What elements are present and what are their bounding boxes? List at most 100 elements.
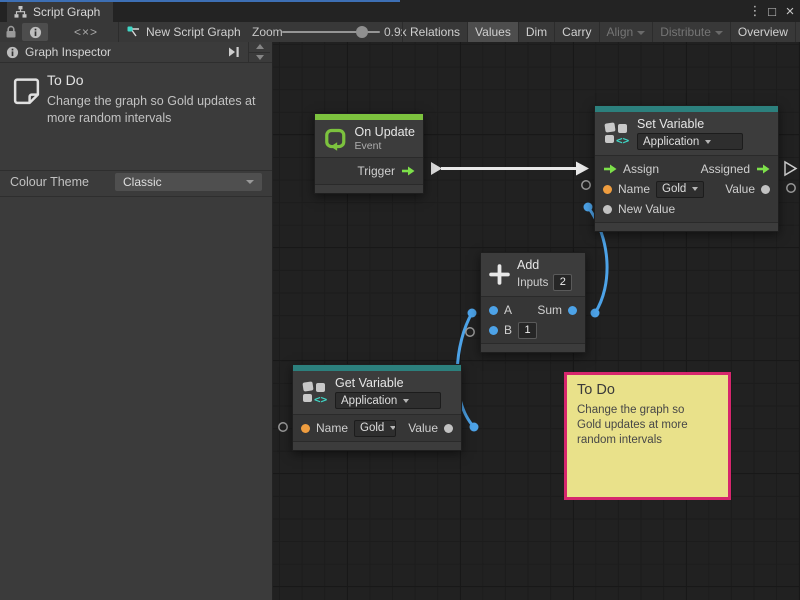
node-title: Set Variable bbox=[637, 117, 743, 131]
tab-title: Script Graph bbox=[33, 5, 100, 19]
new-value-port-icon[interactable] bbox=[603, 205, 612, 214]
dock-panel-icon[interactable] bbox=[229, 47, 240, 57]
flow-port-icon[interactable] bbox=[756, 164, 770, 174]
a-port-label: A bbox=[504, 303, 512, 317]
node-title: On Update bbox=[355, 125, 415, 139]
node-footer bbox=[293, 441, 461, 450]
on-update-icon bbox=[323, 126, 348, 152]
sticky-note[interactable]: To Do Change the graph so Gold updates a… bbox=[564, 372, 731, 500]
align-button[interactable]: Align bbox=[599, 22, 653, 42]
new-graph-label: New Script Graph bbox=[146, 25, 241, 39]
value-port-get-value[interactable] bbox=[470, 423, 479, 432]
node-title: Add bbox=[517, 258, 572, 272]
node-add[interactable]: Add Inputs 2 A Sum B 1 bbox=[480, 252, 586, 353]
node-get-variable[interactable]: <> Get Variable Application Name Gold Va… bbox=[292, 364, 462, 451]
variable-name-dropdown[interactable]: Gold bbox=[354, 420, 396, 437]
dim-button[interactable]: Dim bbox=[518, 22, 554, 42]
empty-port-add-b[interactable] bbox=[466, 328, 474, 336]
graph-inspector-panel: Graph Inspector To Do Change the graph s… bbox=[0, 42, 273, 600]
add-icon bbox=[489, 264, 510, 285]
scroll-down-icon[interactable] bbox=[249, 53, 270, 63]
value-port-label: Value bbox=[725, 182, 755, 196]
name-port-label: Name bbox=[618, 182, 650, 196]
graph-canvas[interactable]: On Update Event Trigger <> bbox=[273, 42, 800, 600]
empty-port-get-name[interactable] bbox=[279, 423, 287, 431]
maximize-icon[interactable]: □ bbox=[763, 0, 781, 22]
window-tab-bar: Script Graph ⋮ □ × bbox=[0, 0, 800, 22]
node-set-variable[interactable]: <> Set Variable Application Assign Assig… bbox=[594, 105, 779, 232]
flow-output-port[interactable] bbox=[431, 162, 442, 175]
empty-port-set-name[interactable] bbox=[582, 181, 590, 189]
values-button[interactable]: Values bbox=[467, 22, 518, 42]
toolbar-right-buttons: Relations Values Dim Carry Align Distrib… bbox=[402, 22, 800, 42]
value-port-icon[interactable] bbox=[761, 185, 770, 194]
b-port-icon[interactable] bbox=[489, 326, 498, 335]
script-graph-icon bbox=[14, 6, 27, 18]
b-port-label: B bbox=[504, 323, 512, 337]
sticky-note-icon bbox=[11, 76, 42, 107]
name-port-label: Name bbox=[316, 421, 348, 435]
b-value-field[interactable]: 1 bbox=[518, 322, 537, 339]
colour-theme-dropdown[interactable]: Classic bbox=[115, 173, 262, 191]
variable-scope-dropdown[interactable]: Application bbox=[637, 133, 743, 150]
svg-text:<>: <> bbox=[616, 134, 630, 146]
overview-button[interactable]: Overview bbox=[730, 22, 795, 42]
name-port-icon[interactable] bbox=[603, 185, 612, 194]
tab-script-graph[interactable]: Script Graph bbox=[7, 2, 113, 22]
a-port-icon[interactable] bbox=[489, 306, 498, 315]
assign-port-label: Assign bbox=[623, 162, 659, 176]
node-on-update[interactable]: On Update Event Trigger bbox=[314, 113, 424, 194]
lock-icon[interactable] bbox=[5, 25, 17, 42]
colour-theme-row: Colour Theme Classic bbox=[0, 170, 272, 197]
node-subtitle: Event bbox=[355, 140, 415, 152]
chevron-down-icon bbox=[705, 140, 711, 144]
node-footer bbox=[595, 222, 778, 231]
chevron-down-icon bbox=[637, 31, 645, 35]
inspector-toggle-button[interactable] bbox=[22, 23, 48, 41]
flow-port-icon[interactable] bbox=[603, 164, 617, 174]
flow-wire-arrowhead bbox=[576, 162, 589, 176]
variable-name-dropdown[interactable]: Gold bbox=[656, 181, 704, 198]
new-script-graph-button[interactable]: New Script Graph bbox=[127, 22, 241, 42]
carry-button[interactable]: Carry bbox=[554, 22, 598, 42]
inputs-label: Inputs bbox=[517, 277, 548, 289]
value-port-add-a[interactable] bbox=[468, 309, 477, 318]
close-icon[interactable]: × bbox=[781, 0, 799, 22]
align-label: Align bbox=[607, 25, 634, 39]
colour-theme-value: Classic bbox=[123, 175, 162, 189]
svg-text:<>: <> bbox=[314, 393, 328, 405]
relations-button[interactable]: Relations bbox=[402, 22, 467, 42]
scope-value: Application bbox=[341, 395, 397, 407]
chevron-down-icon bbox=[246, 180, 254, 184]
info-icon bbox=[29, 26, 42, 39]
scroll-up-icon[interactable] bbox=[249, 42, 270, 53]
node-footer bbox=[315, 184, 423, 193]
new-value-port-label: New Value bbox=[618, 202, 675, 216]
zoom-slider-handle[interactable] bbox=[356, 26, 368, 38]
empty-flow-port-assigned[interactable] bbox=[785, 162, 796, 175]
value-port-icon[interactable] bbox=[444, 424, 453, 433]
inspector-scroll-steppers bbox=[248, 42, 270, 62]
variable-icon: <> bbox=[301, 380, 328, 405]
kebab-menu-icon[interactable]: ⋮ bbox=[746, 0, 764, 22]
graph-toolbar: <×> New Script Graph Zoom 0.9x Relations… bbox=[0, 22, 800, 43]
inspector-header: Graph Inspector bbox=[0, 42, 272, 63]
todo-title: To Do bbox=[47, 72, 84, 88]
code-view-icon[interactable]: <×> bbox=[64, 22, 108, 42]
sticky-note-text: Change the graph so Gold updates at more… bbox=[577, 403, 705, 449]
distribute-button[interactable]: Distribute bbox=[652, 22, 730, 42]
sticky-note-title: To Do bbox=[577, 382, 718, 398]
value-port-new-value[interactable] bbox=[584, 203, 593, 212]
chevron-down-icon bbox=[403, 399, 409, 403]
value-port-add-sum[interactable] bbox=[591, 309, 600, 318]
flow-port-icon[interactable] bbox=[401, 166, 415, 176]
inputs-count-field[interactable]: 2 bbox=[553, 274, 572, 291]
fullscreen-button[interactable]: Full Screen bbox=[795, 22, 800, 42]
sum-port-icon[interactable] bbox=[568, 306, 577, 315]
name-port-icon[interactable] bbox=[301, 424, 310, 433]
colour-theme-label: Colour Theme bbox=[10, 175, 89, 189]
variable-name-value: Gold bbox=[662, 183, 686, 195]
variable-scope-dropdown[interactable]: Application bbox=[335, 392, 441, 409]
value-port-label: Value bbox=[408, 421, 438, 435]
empty-port-set-value[interactable] bbox=[787, 184, 795, 192]
